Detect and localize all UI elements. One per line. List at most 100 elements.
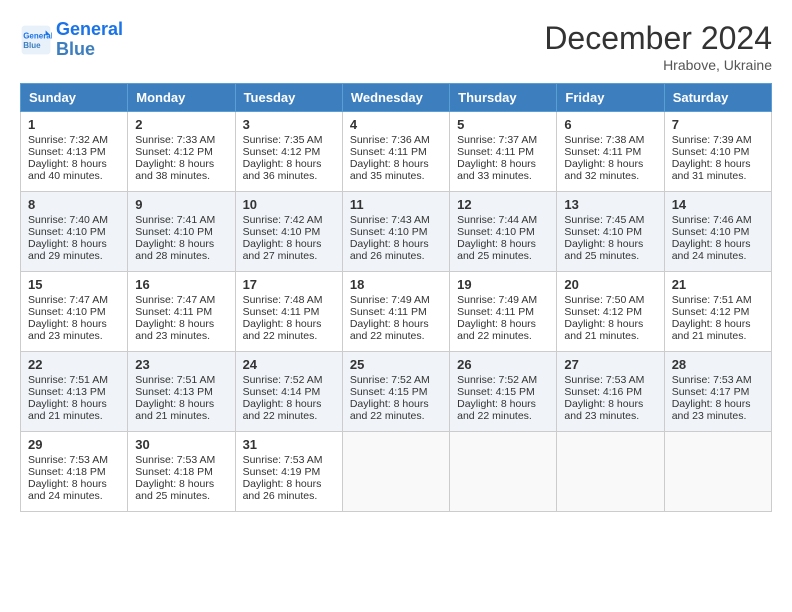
logo-icon: General Blue [20,24,52,56]
day-number: 10 [243,197,335,212]
day-cell: 3Sunrise: 7:35 AMSunset: 4:12 PMDaylight… [235,112,342,192]
day-cell: 29 Sunrise: 7:53 AMSunset: 4:18 PMDayligh… [21,432,128,512]
day-cell: 11Sunrise: 7:43 AMSunset: 4:10 PMDayligh… [342,192,449,272]
daylight: Daylight: 8 hours and 25 minutes. [457,238,536,262]
day-cell: 18Sunrise: 7:49 AMSunset: 4:11 PMDayligh… [342,272,449,352]
month-title: December 2024 [544,20,772,57]
daylight: Daylight: 8 hours and 24 minutes. [28,478,107,502]
daylight: Daylight: 8 hours and 25 minutes. [564,238,643,262]
daylight: Daylight: 8 hours and 21 minutes. [672,318,751,342]
day-number: 24 [243,357,335,372]
daylight: Daylight: 8 hours and 22 minutes. [457,318,536,342]
day-cell: 30Sunrise: 7:53 AMSunset: 4:18 PMDayligh… [128,432,235,512]
day-number: 19 [457,277,549,292]
sunset: Sunset: 4:14 PM [243,386,321,398]
day-cell: 2Sunrise: 7:33 AMSunset: 4:12 PMDaylight… [128,112,235,192]
sunrise: Sunrise: 7:45 AM [564,214,644,226]
sunset: Sunset: 4:18 PM [28,466,106,478]
sunset: Sunset: 4:11 PM [564,146,641,158]
day-number: 7 [672,117,764,132]
daylight: Daylight: 8 hours and 26 minutes. [350,238,429,262]
day-number: 6 [564,117,656,132]
sunset: Sunset: 4:11 PM [457,306,534,318]
daylight: Daylight: 8 hours and 23 minutes. [564,398,643,422]
sunrise: Sunrise: 7:53 AM [28,454,108,466]
sunrise: Sunrise: 7:53 AM [672,374,752,386]
sunset: Sunset: 4:10 PM [350,226,428,238]
day-cell: 21Sunrise: 7:51 AMSunset: 4:12 PMDayligh… [664,272,771,352]
logo-text: GeneralBlue [56,20,123,60]
daylight: Daylight: 8 hours and 22 minutes. [243,318,322,342]
daylight: Daylight: 8 hours and 23 minutes. [135,318,214,342]
col-header-wednesday: Wednesday [342,84,449,112]
header: General Blue GeneralBlue December 2024 H… [20,20,772,73]
sunrise: Sunrise: 7:52 AM [457,374,537,386]
day-cell: 5Sunrise: 7:37 AMSunset: 4:11 PMDaylight… [450,112,557,192]
daylight: Daylight: 8 hours and 31 minutes. [672,158,751,182]
day-number: 2 [135,117,227,132]
daylight: Daylight: 8 hours and 32 minutes. [564,158,643,182]
day-cell: 28Sunrise: 7:53 AMSunset: 4:17 PMDayligh… [664,352,771,432]
sunrise: Sunrise: 7:52 AM [243,374,323,386]
daylight: Daylight: 8 hours and 40 minutes. [28,158,107,182]
day-number: 8 [28,197,120,212]
sunrise: Sunrise: 7:47 AM [28,294,108,306]
sunrise: Sunrise: 7:46 AM [672,214,752,226]
daylight: Daylight: 8 hours and 33 minutes. [457,158,536,182]
day-cell: 24 Sunrise: 7:52 AMSunset: 4:14 PMDayligh… [235,352,342,432]
sunset: Sunset: 4:18 PM [135,466,213,478]
sunrise: Sunrise: 7:53 AM [135,454,215,466]
day-number: 5 [457,117,549,132]
sunset: Sunset: 4:12 PM [135,146,213,158]
sunrise: Sunrise: 7:41 AM [135,214,215,226]
day-number: 22 [28,357,120,372]
sunrise: Sunrise: 7:52 AM [350,374,430,386]
day-number: 31 [243,437,335,452]
sunrise: Sunrise: 7:42 AM [243,214,323,226]
sunrise: Sunrise: 7:48 AM [243,294,323,306]
day-number: 9 [135,197,227,212]
col-header-monday: Monday [128,84,235,112]
day-cell: 12Sunrise: 7:44 AMSunset: 4:10 PMDayligh… [450,192,557,272]
col-header-sunday: Sunday [21,84,128,112]
week-row-3: 15Sunrise: 7:47 AMSunset: 4:10 PMDayligh… [21,272,772,352]
day-cell: 7Sunrise: 7:39 AMSunset: 4:10 PMDaylight… [664,112,771,192]
sunrise: Sunrise: 7:53 AM [564,374,644,386]
day-number: 30 [135,437,227,452]
svg-text:Blue: Blue [23,41,41,50]
day-cell: 10 Sunrise: 7:42 AMSunset: 4:10 PMDayligh… [235,192,342,272]
sunrise: Sunrise: 7:44 AM [457,214,537,226]
sunset: Sunset: 4:10 PM [672,146,750,158]
sunrise: Sunrise: 7:49 AM [457,294,537,306]
daylight: Daylight: 8 hours and 29 minutes. [28,238,107,262]
day-number: 3 [243,117,335,132]
day-number: 26 [457,357,549,372]
sunset: Sunset: 4:11 PM [350,146,427,158]
day-cell: 31Sunrise: 7:53 AMSunset: 4:19 PMDayligh… [235,432,342,512]
sunset: Sunset: 4:11 PM [350,306,427,318]
daylight: Daylight: 8 hours and 23 minutes. [672,398,751,422]
daylight: Daylight: 8 hours and 26 minutes. [243,478,322,502]
sunset: Sunset: 4:13 PM [28,386,106,398]
week-row-1: 1Sunrise: 7:32 AMSunset: 4:13 PMDaylight… [21,112,772,192]
daylight: Daylight: 8 hours and 22 minutes. [243,398,322,422]
sunset: Sunset: 4:19 PM [243,466,321,478]
day-cell: 23Sunrise: 7:51 AMSunset: 4:13 PMDayligh… [128,352,235,432]
sunset: Sunset: 4:16 PM [564,386,642,398]
day-number: 4 [350,117,442,132]
daylight: Daylight: 8 hours and 24 minutes. [672,238,751,262]
sunset: Sunset: 4:12 PM [564,306,642,318]
calendar-header-row: SundayMondayTuesdayWednesdayThursdayFrid… [21,84,772,112]
day-cell: 8Sunrise: 7:40 AMSunset: 4:10 PMDaylight… [21,192,128,272]
day-number: 29 [28,437,120,452]
sunset: Sunset: 4:17 PM [672,386,750,398]
daylight: Daylight: 8 hours and 22 minutes. [350,398,429,422]
daylight: Daylight: 8 hours and 36 minutes. [243,158,322,182]
sunset: Sunset: 4:11 PM [243,306,320,318]
daylight: Daylight: 8 hours and 38 minutes. [135,158,214,182]
daylight: Daylight: 8 hours and 28 minutes. [135,238,214,262]
day-number: 18 [350,277,442,292]
daylight: Daylight: 8 hours and 27 minutes. [243,238,322,262]
sunset: Sunset: 4:10 PM [243,226,321,238]
day-number: 17 [243,277,335,292]
